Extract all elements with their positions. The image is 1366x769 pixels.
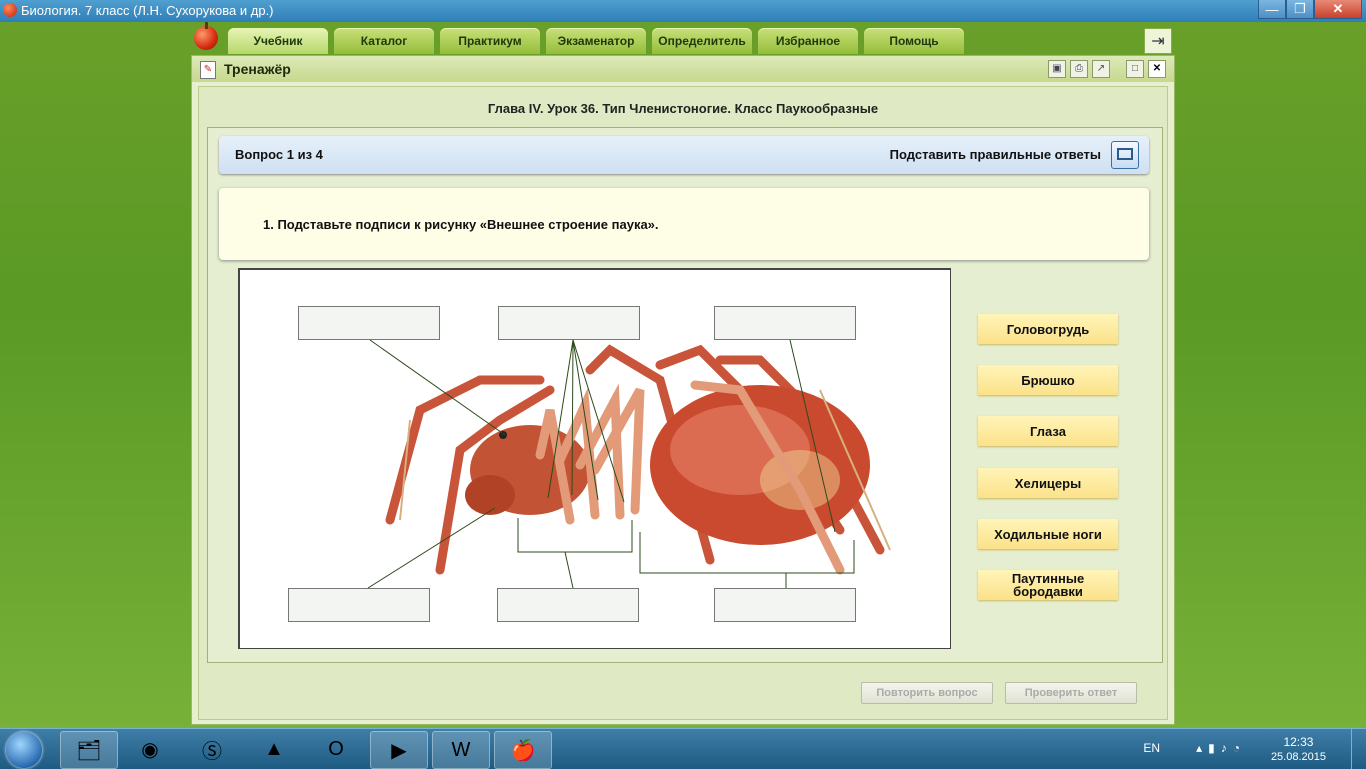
tab-catalog[interactable]: Каталог bbox=[334, 28, 434, 54]
tab-favorites[interactable]: Избранное bbox=[758, 28, 858, 54]
maximize-button[interactable]: ❐ bbox=[1286, 0, 1314, 19]
trainer-icon: ✎ bbox=[200, 61, 216, 79]
taskbar: 🗂 ◉ Ⓢ ▲ O ▶ W 🍎 EN ▴▮♪◔ 12:33 25.08.2015 bbox=[0, 728, 1366, 769]
language-indicator[interactable]: EN bbox=[1143, 741, 1160, 755]
window-titlebar: Биология. 7 класс (Л.Н. Сухорукова и др.… bbox=[0, 0, 1366, 22]
panel-title: Тренажёр bbox=[224, 61, 291, 77]
option-cephalothorax[interactable]: Головогрудь bbox=[978, 314, 1118, 344]
question-area: Вопрос 1 из 4 Подставить правильные отве… bbox=[207, 127, 1163, 663]
tab-identifier[interactable]: Определитель bbox=[652, 28, 752, 54]
tab-textbook[interactable]: Учебник bbox=[228, 28, 328, 54]
toolbar-gap bbox=[1114, 60, 1122, 76]
substitute-answers-label: Подставить правильные ответы bbox=[889, 147, 1101, 162]
panel-header: ✎ Тренажёр ▣ ⎙ ↗ □ ✕ bbox=[192, 56, 1174, 82]
close-panel-icon[interactable]: ✕ bbox=[1148, 60, 1166, 78]
maximize-panel-icon[interactable]: □ bbox=[1126, 60, 1144, 78]
spider-figure bbox=[238, 268, 951, 649]
chapter-title: Глава IV. Урок 36. Тип Членистоногие. Кл… bbox=[487, 101, 879, 116]
start-button[interactable] bbox=[6, 732, 42, 768]
clock[interactable]: 12:33 25.08.2015 bbox=[1271, 735, 1326, 765]
task-text: 1. Подставьте подписи к рисунку «Внешнее… bbox=[263, 217, 659, 232]
task-card: 1. Подставьте подписи к рисунку «Внешнее… bbox=[219, 188, 1149, 260]
main-tabs: Учебник Каталог Практикум Экзаменатор Оп… bbox=[228, 28, 970, 54]
explorer-icon[interactable]: 🗂 bbox=[60, 731, 118, 769]
option-eyes[interactable]: Глаза bbox=[978, 416, 1118, 446]
tab-examiner[interactable]: Экзаменатор bbox=[546, 28, 646, 54]
option-abdomen[interactable]: Брюшко bbox=[978, 365, 1118, 395]
question-counter: Вопрос 1 из 4 bbox=[235, 147, 323, 162]
repeat-question-button[interactable]: Повторить вопрос bbox=[861, 682, 993, 704]
media-player-icon[interactable]: ▶ bbox=[370, 731, 428, 769]
label-drop-box-6[interactable] bbox=[714, 588, 856, 622]
show-desktop-button[interactable] bbox=[1351, 729, 1366, 769]
print-icon[interactable]: ⎙ bbox=[1070, 60, 1088, 78]
label-drop-box-5[interactable] bbox=[497, 588, 639, 622]
window-controls: — ❐ ✕ bbox=[1258, 0, 1362, 19]
word-icon[interactable]: W bbox=[432, 731, 490, 769]
label-drop-box-2[interactable] bbox=[498, 306, 640, 340]
label-drop-box-3[interactable] bbox=[714, 306, 856, 340]
app-icon bbox=[3, 3, 17, 17]
clock-date: 25.08.2015 bbox=[1270, 751, 1326, 763]
chrome-icon[interactable]: ◉ bbox=[122, 731, 178, 767]
skype-icon[interactable]: Ⓢ bbox=[184, 731, 240, 767]
tab-help[interactable]: Помощь bbox=[864, 28, 964, 54]
label-drop-box-4[interactable] bbox=[288, 588, 430, 622]
opera-icon[interactable]: O bbox=[308, 731, 364, 767]
label-drop-box-1[interactable] bbox=[298, 306, 440, 340]
biology-app-icon[interactable]: 🍎 bbox=[494, 731, 552, 769]
close-button[interactable]: ✕ bbox=[1314, 0, 1362, 19]
question-bar: Вопрос 1 из 4 Подставить правильные отве… bbox=[219, 136, 1149, 174]
substitute-answers-icon[interactable] bbox=[1111, 141, 1139, 169]
aimp-icon[interactable]: ▲ bbox=[246, 731, 302, 767]
tab-practicum[interactable]: Практикум bbox=[440, 28, 540, 54]
check-answer-button[interactable]: Проверить ответ bbox=[1005, 682, 1137, 704]
clock-time: 12:33 bbox=[1283, 735, 1314, 749]
option-chelicerae[interactable]: Хелицеры bbox=[978, 468, 1118, 498]
panel-body: Глава IV. Урок 36. Тип Членистоногие. Кл… bbox=[198, 86, 1168, 720]
panel-tools: ▣ ⎙ ↗ □ ✕ bbox=[1044, 60, 1166, 78]
trainer-panel: ✎ Тренажёр ▣ ⎙ ↗ □ ✕ Глава IV. Урок 36. … bbox=[191, 55, 1175, 725]
tray-icons[interactable]: ▴▮♪◔ bbox=[1196, 741, 1246, 755]
option-walking-legs[interactable]: Ходильные ноги bbox=[978, 519, 1118, 549]
apple-logo-icon bbox=[194, 22, 218, 50]
option-spinnerets[interactable]: Паутинные бородавки bbox=[978, 570, 1118, 600]
spider-chelicerae bbox=[465, 475, 515, 515]
exit-icon[interactable]: ⇥ bbox=[1144, 28, 1172, 54]
save-icon[interactable]: ▣ bbox=[1048, 60, 1066, 78]
export-icon[interactable]: ↗ bbox=[1092, 60, 1110, 78]
minimize-button[interactable]: — bbox=[1258, 0, 1286, 19]
window-title: Биология. 7 класс (Л.Н. Сухорукова и др.… bbox=[21, 3, 274, 18]
